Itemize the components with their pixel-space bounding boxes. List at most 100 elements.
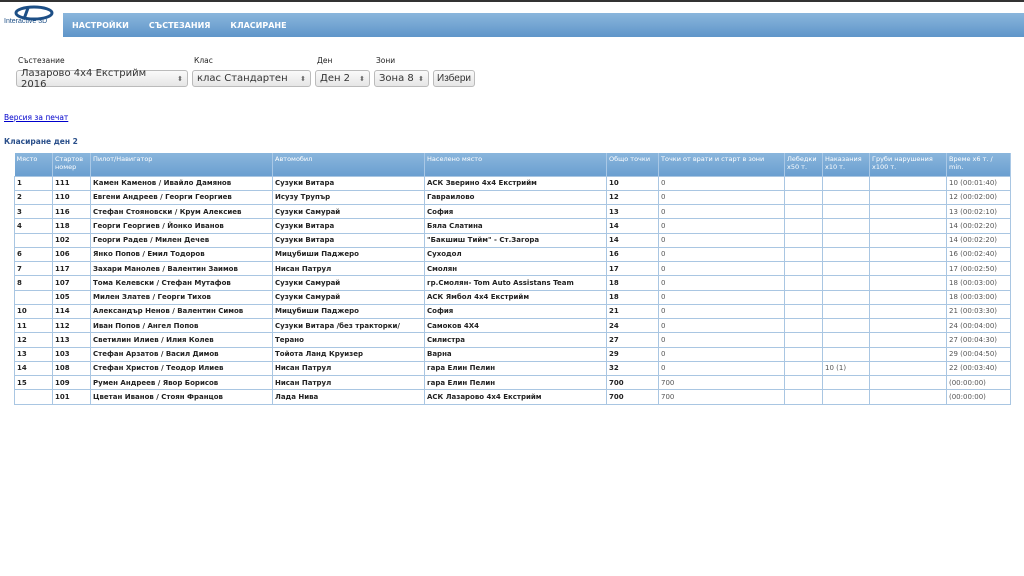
cell-violations [869, 346, 947, 362]
cell-time: 27 (00:04:30) [946, 332, 1011, 348]
competition-value: Лазарово 4x4 Екстрийм 2016 [21, 67, 147, 90]
cell-penalties: 10 (1) [822, 360, 870, 377]
cell-total-points: 12 [606, 189, 659, 206]
cell-car: Терано [272, 332, 425, 348]
cell-penalties [822, 175, 870, 191]
nav-competitions[interactable]: СЪСТЕЗАНИЯ [149, 21, 211, 30]
cell-total-points: 27 [606, 332, 659, 348]
cell-town: Суходол [424, 246, 607, 263]
select-arrows-icon: ⬍ [300, 74, 306, 83]
cell-penalties [822, 346, 870, 362]
day-select[interactable]: Ден 2 ⬍ [315, 70, 370, 87]
cell-total-points: 17 [606, 260, 659, 277]
cell-time: (00:00:00) [946, 374, 1011, 391]
cell-violations [869, 218, 947, 234]
cell-car: Тойота Ланд Круизер [272, 346, 425, 362]
cell-pilot-navigator: Румен Андреев / Явор Борисов [90, 374, 273, 391]
table-row: 13 103 Стефан Арзатов / Васил Димов Тойота … [14, 346, 1011, 362]
cell-violations [869, 203, 947, 220]
cell-town: Варна [424, 346, 607, 362]
cell-total-points: 10 [606, 175, 659, 191]
cell-start-number: 103 [52, 346, 91, 362]
cell-gate-points: 0 [658, 317, 785, 334]
nav-settings[interactable]: НАСТРОЙКИ [72, 21, 129, 30]
cell-time: 22 (00:03:40) [946, 360, 1011, 377]
cell-violations [869, 289, 947, 305]
cell-town: гр.Смолян- Tom Auto Assistans Team [424, 275, 607, 291]
cell-winches [784, 203, 823, 220]
class-select[interactable]: клас Стандартен ⬍ [192, 70, 311, 87]
cell-penalties [822, 275, 870, 291]
cell-place: 4 [14, 218, 53, 234]
cell-total-points: 29 [606, 346, 659, 362]
header-total-points: Общо точки [606, 153, 659, 176]
cell-car: Нисан Патрул [272, 374, 425, 391]
cell-violations [869, 317, 947, 334]
cell-place: 12 [14, 332, 53, 348]
zone-label: Зони [376, 56, 396, 65]
cell-start-number: 110 [52, 189, 91, 206]
table-row: 15 109 Румен Андреев / Явор Борисов Нисан П… [14, 374, 1011, 391]
cell-violations [869, 303, 947, 320]
header-gate-points: Точки от врати и старт в зони [658, 153, 785, 176]
cell-place: 2 [14, 189, 53, 206]
cell-gate-points: 0 [658, 218, 785, 234]
cell-car: Сузуки Витара /без тракторки/ [272, 317, 425, 334]
cell-start-number: 113 [52, 332, 91, 348]
cell-total-points: 14 [606, 232, 659, 248]
cell-time: 16 (00:02:40) [946, 246, 1011, 263]
day-label: Ден [317, 56, 333, 65]
cell-gate-points: 0 [658, 346, 785, 362]
cell-start-number: 108 [52, 360, 91, 377]
standings-table: Място Стартов номер Пилот/Навигатор Автомоб… [14, 153, 1011, 405]
cell-pilot-navigator: Светилин Илиев / Илия Колев [90, 332, 273, 348]
cell-place: 15 [14, 374, 53, 391]
filters: Състезание Лазарово 4x4 Екстрийм 2016 ⬍ К… [16, 56, 475, 90]
cell-winches [784, 332, 823, 348]
cell-penalties [822, 289, 870, 305]
cell-pilot-navigator: Евгени Андреев / Георги Георгиев [90, 189, 273, 206]
cell-violations [869, 374, 947, 391]
cell-town: Гавраилово [424, 189, 607, 206]
cell-total-points: 13 [606, 203, 659, 220]
cell-pilot-navigator: Георги Радев / Милен Дечев [90, 232, 273, 248]
cell-car: Нисан Патрул [272, 260, 425, 277]
cell-violations [869, 260, 947, 277]
cell-violations [869, 232, 947, 248]
header-violations: Груби нарушения x100 т. [869, 153, 947, 176]
zone-value: Зона 8 [379, 73, 414, 84]
zone-select[interactable]: Зона 8 ⬍ [374, 70, 429, 87]
select-arrows-icon: ⬍ [177, 74, 183, 83]
cell-town: Бяла Слатина [424, 218, 607, 234]
cell-gate-points: 0 [658, 203, 785, 220]
competition-select[interactable]: Лазарово 4x4 Екстрийм 2016 ⬍ [16, 67, 188, 90]
cell-penalties [822, 260, 870, 277]
logo-text: Interactive 3D [4, 18, 48, 25]
cell-violations [869, 189, 947, 206]
cell-penalties [822, 218, 870, 234]
cell-town: гара Елин Пелин [424, 360, 607, 377]
cell-winches [784, 218, 823, 234]
table-row: 6 106 Янко Попов / Емил Тодоров Мицубиши Па… [14, 246, 1011, 263]
nav-standings[interactable]: КЛАСИРАНЕ [230, 21, 286, 30]
cell-total-points: 18 [606, 289, 659, 305]
cell-penalties [822, 332, 870, 348]
cell-gate-points: 0 [658, 275, 785, 291]
cell-car: Сузуки Витара [272, 175, 425, 191]
table-row: 10 114 Александър Ненов / Валентин Симов Ми… [14, 303, 1011, 320]
cell-car: Сузуки Витара [272, 232, 425, 248]
cell-place: 10 [14, 303, 53, 320]
header-time: Време x6 т. / min. [946, 153, 1011, 176]
cell-penalties [822, 246, 870, 263]
cell-start-number: 111 [52, 175, 91, 191]
cell-total-points: 18 [606, 275, 659, 291]
cell-gate-points: 700 [658, 389, 785, 405]
cell-start-number: 118 [52, 218, 91, 234]
cell-start-number: 101 [52, 389, 91, 405]
print-version-link[interactable]: Версия за печат [4, 113, 68, 122]
select-button[interactable]: Избери [433, 70, 475, 87]
cell-time: 18 (00:03:00) [946, 289, 1011, 305]
cell-gate-points: 700 [658, 374, 785, 391]
cell-winches [784, 246, 823, 263]
cell-car: Сузуки Витара [272, 218, 425, 234]
